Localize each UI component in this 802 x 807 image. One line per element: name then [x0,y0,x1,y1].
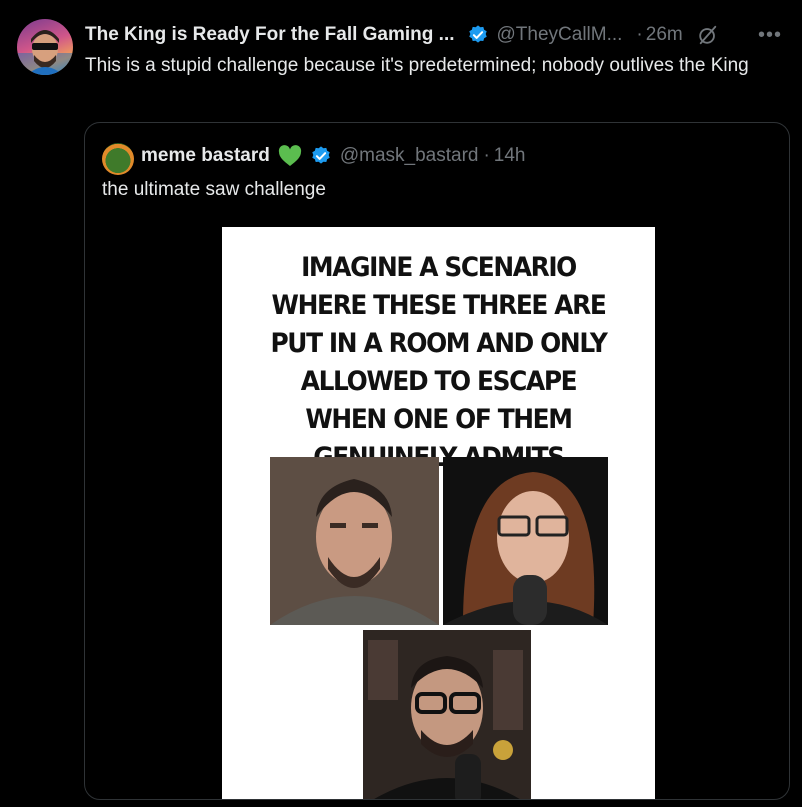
tweet-text: This is a stupid challenge because it's … [85,55,749,76]
author-handle[interactable]: @TheyCallM... [497,24,623,46]
meme-photo-bottom [363,630,531,799]
quoted-tweet[interactable]: meme bastard @mask_bastard · 14h the ult… [84,122,790,800]
grok-icon[interactable] [697,24,719,46]
quote-header: meme bastard @mask_bastard · 14h [141,145,526,167]
quote-text: the ultimate saw challenge [102,179,326,200]
quote-author-avatar[interactable] [102,143,134,175]
green-heart-icon [278,145,301,166]
tweet-header: The King is Ready For the Fall Gaming ..… [85,22,782,48]
verified-badge-icon[interactable] [310,145,332,167]
verified-badge-icon[interactable] [467,24,489,46]
author-name[interactable]: The King is Ready For the Fall Gaming ..… [85,24,455,46]
quote-author-handle[interactable]: @mask_bastard [340,145,479,167]
more-options-icon[interactable]: ••• [758,24,782,47]
tweet-timestamp[interactable]: 26m [646,24,683,46]
quote-author-name[interactable]: meme bastard [141,145,270,167]
quote-timestamp[interactable]: 14h [494,145,526,167]
separator-dot: · [636,24,643,45]
separator-dot: · [483,145,490,166]
meme-photo-right [443,457,608,625]
meme-image[interactable]: IMAGINE A SCENARIO WHERE THESE THREE ARE… [222,227,655,799]
author-avatar[interactable] [17,19,73,75]
meme-photo-left [270,457,439,625]
